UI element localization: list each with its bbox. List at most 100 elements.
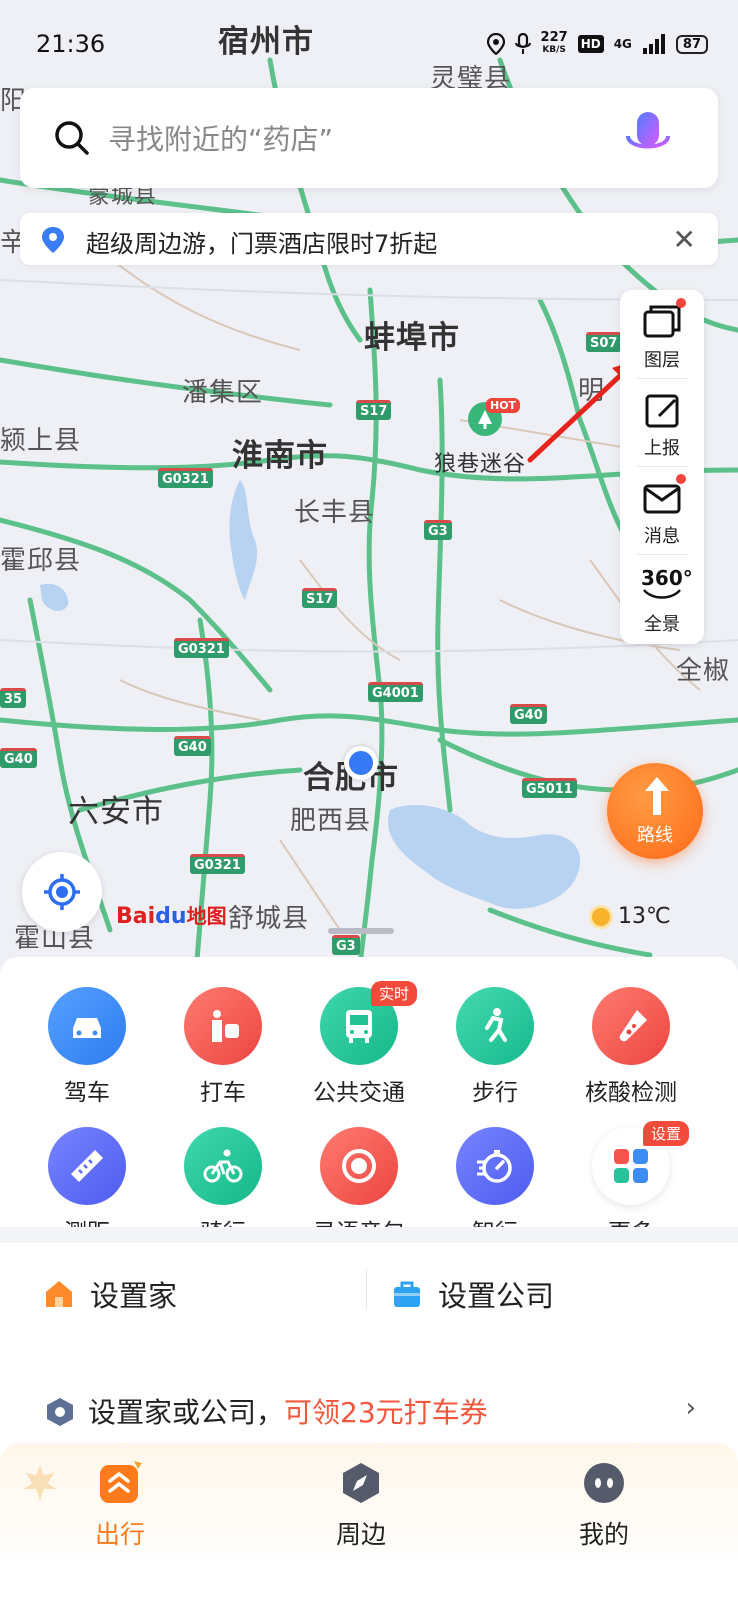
map-label-changfeng: 长丰县 [294,498,376,528]
road-shield-s17: S17 [302,588,338,608]
poi-langxiang-label[interactable]: 狼巷迷谷 [434,446,526,478]
road-shield-g0321: G0321 [174,638,229,658]
location-status-icon [486,33,505,55]
quick-action-nucleic-test[interactable]: 核酸检测 [563,987,699,1113]
road-shield-g3: G3 [332,935,360,955]
banner-text[interactable]: 超级周边游，门票酒店限时7折起 [86,224,437,259]
nav-mine-label: 我的 [578,1520,629,1549]
layers-notification-dot [676,298,686,308]
locate-me-button[interactable] [22,852,102,932]
quick-action-walk[interactable]: 步行 [427,987,563,1113]
quick-action-taxi[interactable]: 打车 [155,987,291,1113]
search-placeholder[interactable]: 寻找附近的“药店” [108,118,333,158]
compass-icon [343,1463,379,1503]
signal-strength-icon [642,34,665,54]
set-company-button[interactable]: 设置公司 [392,1273,554,1315]
test-tube-icon [619,1010,647,1042]
map-label-bengbu: 蚌埠市 [364,320,460,356]
road-shield-35: 35 [0,688,27,708]
messages-notification-dot [676,474,686,484]
smart-travel-icon [477,1150,512,1183]
route-label: 路线 [637,825,673,846]
bottom-navigation: 出行 周边 我的 [0,1443,738,1600]
promo-banner[interactable]: 超级周边游，门票酒店限时7折起 ✕ [20,213,718,265]
voice-search-icon[interactable] [622,110,674,166]
road-shield-g0321: G0321 [190,854,245,874]
hd-badge: HD [577,35,604,53]
status-time: 21:36 [36,30,106,58]
road-shield-s07: S07 [586,332,622,352]
search-bar[interactable]: 寻找附近的“药店” [20,88,718,188]
nav-nearby[interactable]: 周边 [291,1443,431,1583]
bus-icon [346,1010,372,1043]
close-icon[interactable]: ✕ [673,223,696,256]
current-location-marker [344,746,378,780]
report-icon [645,394,679,428]
status-bar: 21:36 227 KB/S HD 4G 87 [0,24,738,64]
tool-messages[interactable]: 消息 [620,466,704,554]
map-label-quanjiao: 全椒 [676,656,731,686]
route-button[interactable]: 路线 [607,763,703,859]
tool-report[interactable]: 上报 [620,378,704,466]
realtime-tag: 实时 [371,981,418,1006]
road-shield-g40: G40 [510,704,547,724]
hexagon-icon [47,1398,73,1426]
panorama-360-icon: 360° [641,566,693,590]
nav-nearby-label: 周边 [335,1520,386,1549]
map-label-shucheng: 舒城县 [228,904,310,934]
briefcase-icon [394,1281,420,1307]
road-shield-g40: G40 [0,748,37,768]
bike-icon [203,1149,243,1183]
map-label-panji: 潘集区 [182,378,264,408]
road-shield-g3: G3 [424,520,452,540]
travel-icon [100,1461,142,1503]
search-icon [55,121,89,155]
battery-indicator: 87 [675,34,708,54]
set-company-label: 设置公司 [438,1279,555,1313]
mic-status-icon [514,33,531,54]
layers-icon [643,305,681,338]
taxi-icon [212,1010,239,1042]
tool-layers-label: 图层 [644,350,680,371]
car-icon [73,1018,101,1038]
locate-icon [44,874,80,910]
settings-tag: 设置 [643,1121,690,1146]
road-shield-g5011: G5011 [522,778,577,798]
map-label-feixi: 肥西县 [290,806,372,836]
set-home-button[interactable]: 设置家 [44,1273,177,1315]
map-label-huainan: 淮南市 [232,438,328,474]
route-arrow-icon [645,777,669,815]
nav-travel[interactable]: 出行 [50,1443,190,1583]
signal-type: 4G [613,37,632,51]
tool-panorama-label: 全景 [644,614,680,635]
quick-action-drive[interactable]: 驾车 [19,987,155,1113]
sheet-drag-handle[interactable] [328,928,394,934]
poi-hot-badge: HOT [486,398,521,413]
map-tools-panel: 图层 上报 消息 360° 全景 [620,290,704,644]
road-shield-g40: G40 [174,736,211,756]
nav-mine[interactable]: 我的 [534,1443,674,1583]
weather-temperature: 13℃ [618,904,671,929]
mail-icon [643,484,681,514]
coupon-promo-highlight: 可领23元打车券 [284,1396,488,1429]
quick-action-transit[interactable]: 实时 公共交通 [291,981,427,1113]
road-shield-s17: S17 [356,400,392,420]
tool-report-label: 上报 [644,438,680,459]
home-icon [46,1281,72,1307]
road-shield-g0321: G0321 [158,468,213,488]
panorama-arc-icon [643,589,681,599]
location-pin-icon [42,227,64,253]
more-grid-icon [614,1149,648,1183]
tool-layers[interactable]: 图层 [620,290,704,378]
ruler-icon [71,1150,103,1182]
weather-widget[interactable]: 13℃ [592,904,671,929]
map-label-yingshang: 颍上县 [0,426,82,456]
home-company-row: 设置家 设置公司 [0,1243,738,1343]
tool-messages-label: 消息 [644,526,680,547]
set-home-label: 设置家 [90,1279,178,1313]
network-speed: 227 KB/S [540,30,568,55]
coupon-promo-text: 设置家或公司， [88,1396,285,1429]
tool-panorama[interactable]: 360° 全景 [620,554,704,642]
profile-icon [584,1463,624,1503]
walk-icon [485,1008,507,1042]
